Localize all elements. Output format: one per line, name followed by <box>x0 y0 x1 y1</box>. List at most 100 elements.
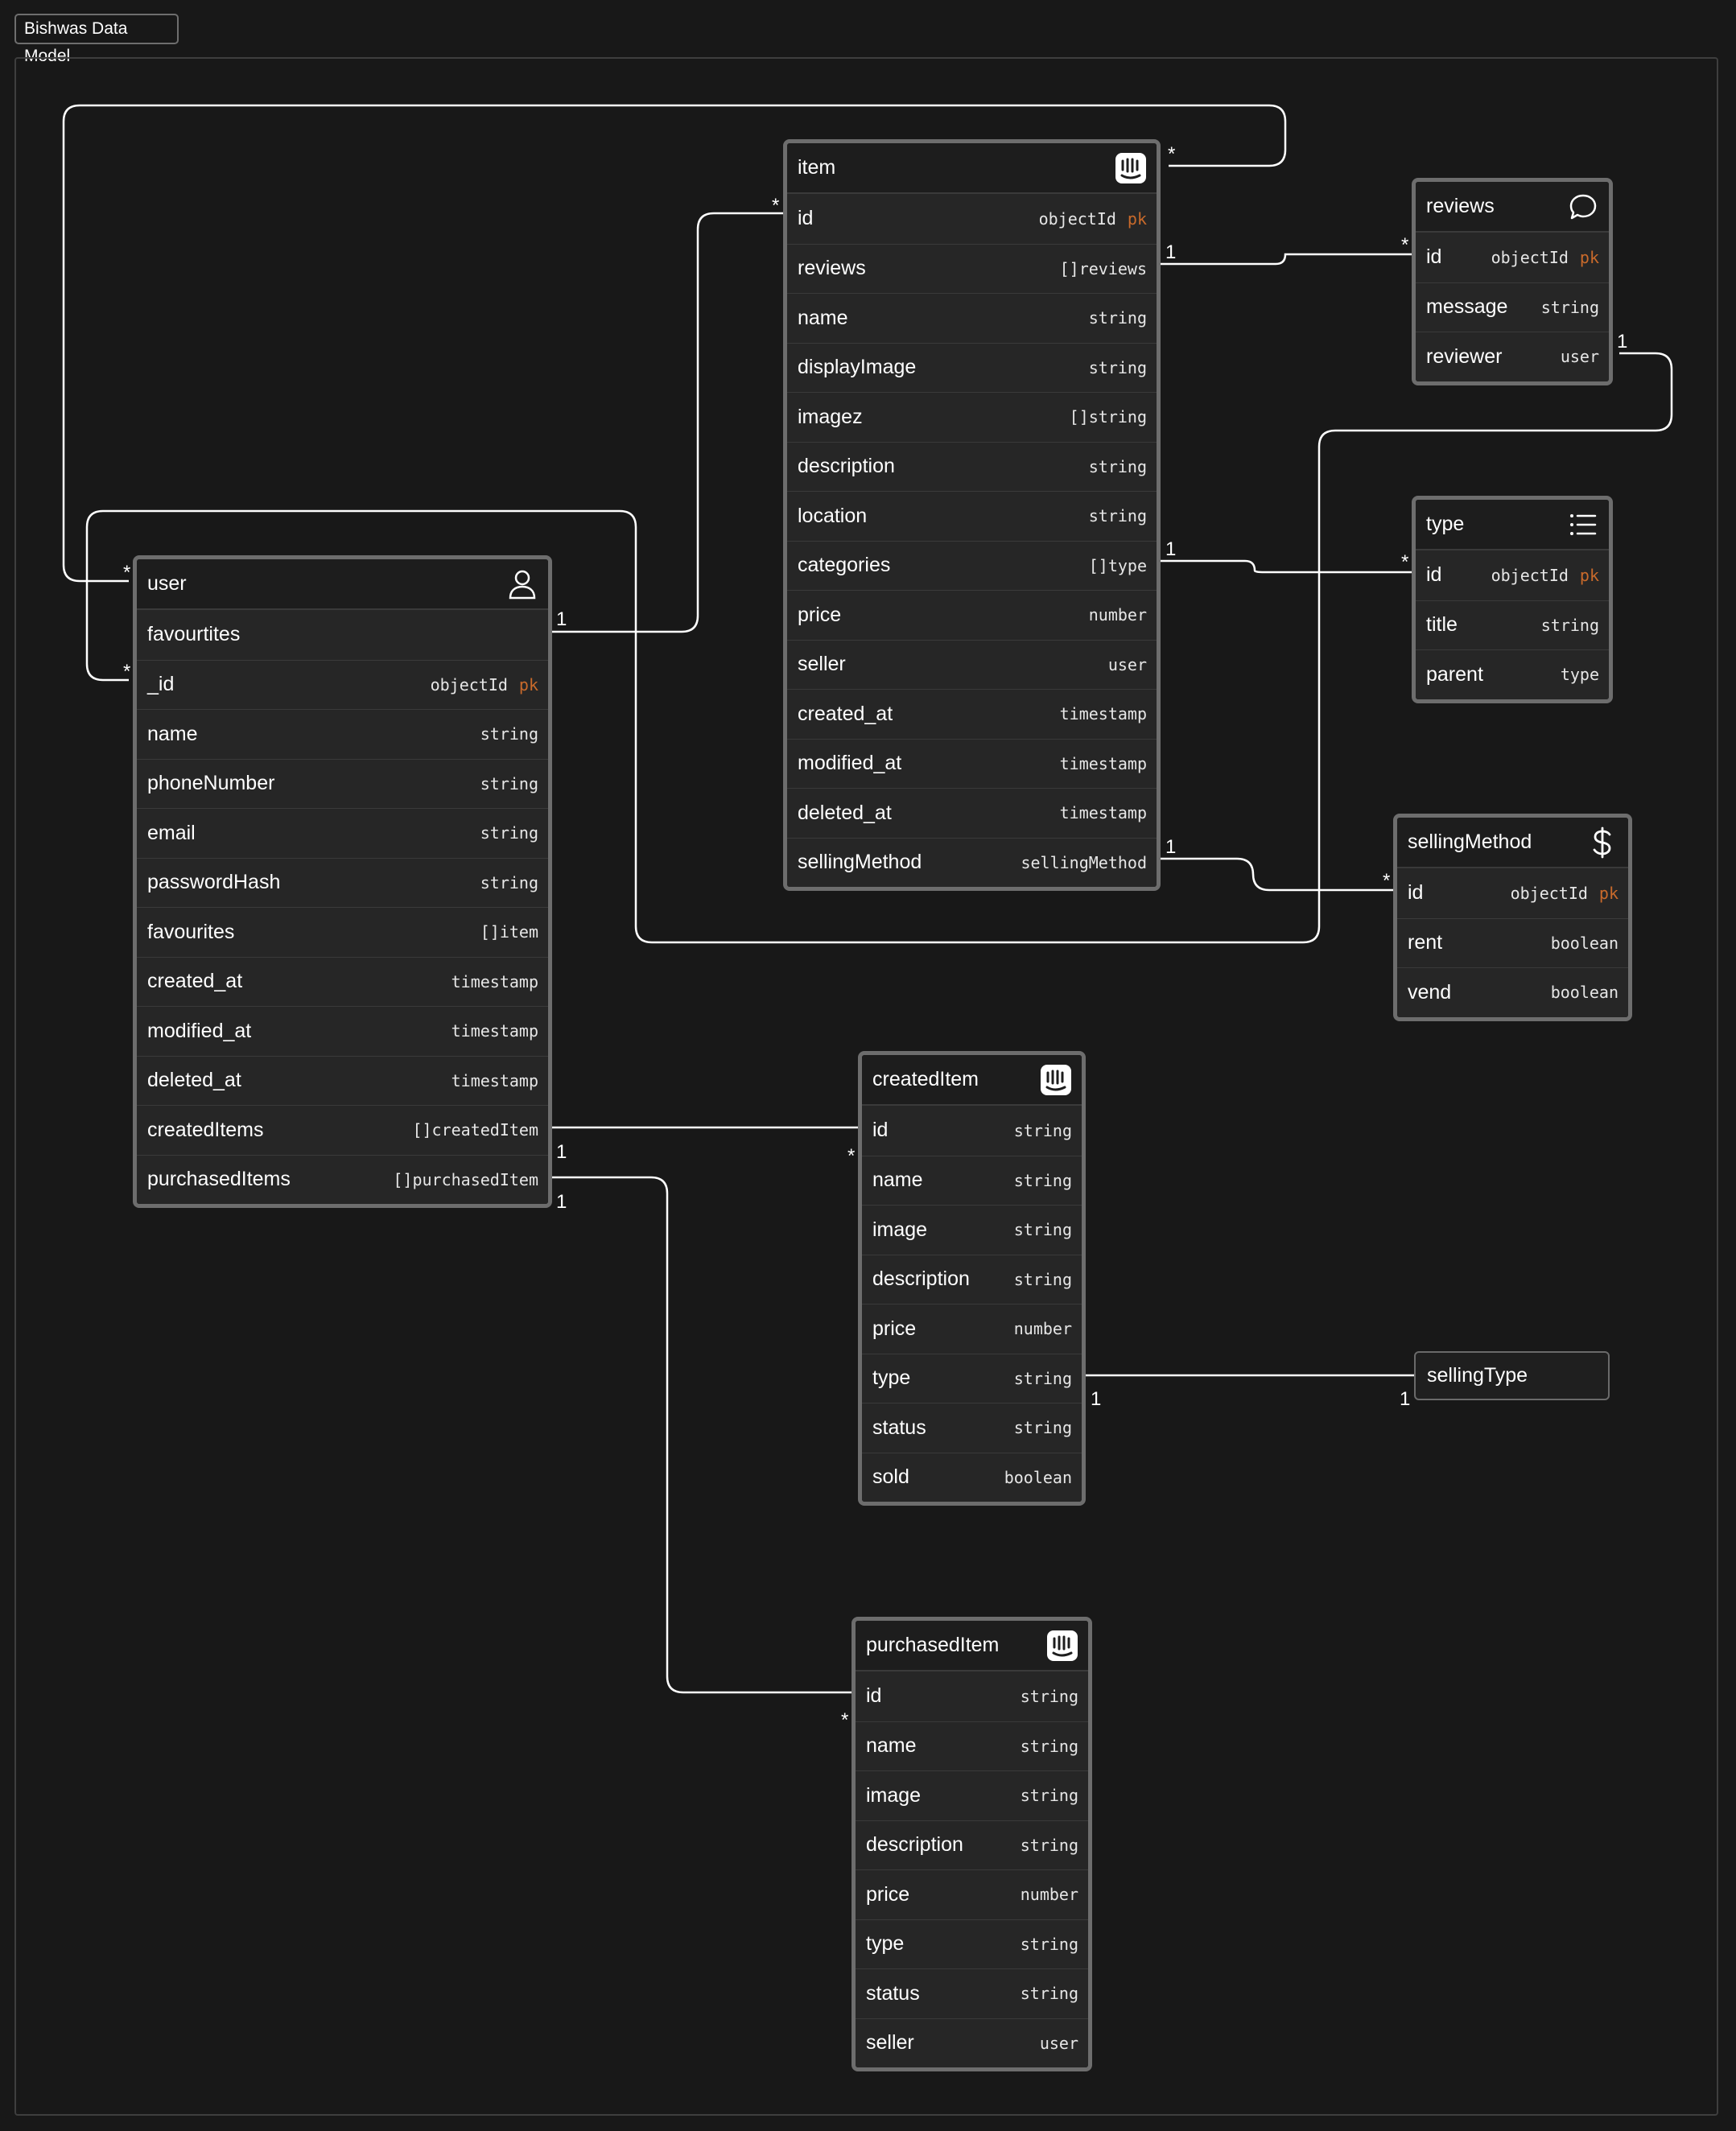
field-row[interactable]: imagez []string <box>787 392 1157 442</box>
field-row[interactable]: image string <box>856 1770 1088 1820</box>
field-meta: boolean <box>1004 1468 1072 1487</box>
field-row[interactable]: id objectId pk <box>1416 233 1609 282</box>
field-row[interactable]: type string <box>862 1353 1082 1403</box>
field-type: objectId <box>1491 247 1569 267</box>
entity-sellingtype[interactable]: sellingType <box>1414 1351 1610 1400</box>
field-type: string <box>1020 1984 1078 2004</box>
table-user[interactable]: user favourtites _id objectId pk name string p… <box>133 555 552 1208</box>
field-type: boolean <box>1550 933 1618 953</box>
field-row[interactable]: _id objectId pk <box>137 659 548 709</box>
field-meta: string <box>1089 506 1147 526</box>
field-row[interactable]: type string <box>856 1919 1088 1968</box>
field-type: []reviews <box>1059 258 1147 278</box>
field-row[interactable]: id objectId pk <box>787 194 1157 244</box>
field-row[interactable]: phoneNumber string <box>137 758 548 808</box>
table-createditem[interactable]: createdItem id string name string image strin… <box>858 1051 1086 1506</box>
field-meta: objectId pk <box>1511 884 1618 903</box>
field-name: categories <box>798 554 891 577</box>
table-item[interactable]: item id objectId pk reviews []reviews name str… <box>783 139 1161 891</box>
field-row[interactable]: createdItems []createdItem <box>137 1105 548 1155</box>
field-type: sellingMethod <box>1021 852 1147 872</box>
table-header[interactable]: sellingMethod <box>1397 818 1628 868</box>
field-row[interactable]: id objectId pk <box>1416 550 1609 600</box>
field-row[interactable]: status string <box>856 1968 1088 2018</box>
field-meta: user <box>1040 2034 1078 2053</box>
field-row[interactable]: favourites []item <box>137 907 548 957</box>
table-header[interactable]: createdItem <box>862 1055 1082 1106</box>
field-row[interactable]: rent boolean <box>1397 917 1628 967</box>
field-row[interactable]: seller user <box>787 639 1157 689</box>
canvas-title[interactable]: Bishwas Data Model <box>14 14 179 65</box>
field-row[interactable]: message string <box>1416 282 1609 332</box>
field-type: string <box>480 724 538 744</box>
field-meta: string <box>480 823 538 843</box>
field-row[interactable]: reviewer user <box>1416 332 1609 381</box>
field-type: string <box>1013 1120 1072 1140</box>
field-row[interactable]: vend boolean <box>1397 967 1628 1017</box>
field-row[interactable]: status string <box>862 1403 1082 1453</box>
field-row[interactable]: id string <box>862 1106 1082 1156</box>
table-header[interactable]: user <box>137 559 548 610</box>
table-header[interactable]: item <box>787 143 1157 194</box>
field-row[interactable]: sold boolean <box>862 1452 1082 1502</box>
field-row[interactable]: price number <box>856 1869 1088 1919</box>
field-row[interactable]: id string <box>856 1671 1088 1721</box>
table-header[interactable]: type <box>1416 500 1609 550</box>
cardinality-label: * <box>1401 551 1409 573</box>
field-row[interactable]: deleted_at timestamp <box>787 788 1157 838</box>
field-row[interactable]: modified_at timestamp <box>137 1006 548 1056</box>
field-name: modified_at <box>798 752 902 775</box>
field-meta: string <box>480 724 538 744</box>
field-name: description <box>866 1833 963 1857</box>
field-row[interactable]: price number <box>862 1304 1082 1354</box>
field-meta: string <box>1021 1836 1078 1855</box>
field-row[interactable]: name string <box>856 1721 1088 1770</box>
field-meta: string <box>1021 1687 1078 1706</box>
field-row[interactable]: created_at timestamp <box>137 956 548 1006</box>
table-reviews[interactable]: reviews id objectId pk message string reviewe… <box>1412 178 1613 385</box>
field-row[interactable]: modified_at timestamp <box>787 738 1157 788</box>
field-row[interactable]: seller user <box>856 2018 1088 2067</box>
field-meta: objectId pk <box>431 675 538 695</box>
field-row[interactable]: id objectId pk <box>1397 868 1628 918</box>
field-row[interactable]: parent type <box>1416 649 1609 699</box>
cardinality-label: * <box>1168 143 1176 165</box>
field-type: string <box>1020 1736 1078 1756</box>
field-row[interactable]: deleted_at timestamp <box>137 1055 548 1105</box>
field-type: string <box>1020 1934 1078 1954</box>
field-row[interactable]: favourtites <box>137 610 548 660</box>
field-row[interactable]: categories []type <box>787 540 1157 590</box>
field-row[interactable]: name string <box>137 709 548 759</box>
field-row[interactable]: description string <box>862 1254 1082 1304</box>
field-type: timestamp <box>451 1021 538 1041</box>
field-row[interactable]: displayImage string <box>787 342 1157 392</box>
field-row[interactable]: description string <box>787 441 1157 491</box>
field-meta: string <box>1014 1270 1072 1289</box>
field-row[interactable]: name string <box>862 1155 1082 1205</box>
table-header[interactable]: reviews <box>1416 182 1609 233</box>
field-row[interactable]: title string <box>1416 600 1609 649</box>
field-row[interactable]: price number <box>787 590 1157 640</box>
field-name: id <box>1426 245 1442 269</box>
field-row[interactable]: purchasedItems []purchasedItem <box>137 1154 548 1204</box>
field-row[interactable]: reviews []reviews <box>787 243 1157 293</box>
field-name: vend <box>1408 980 1452 1004</box>
field-row[interactable]: location string <box>787 491 1157 541</box>
table-purchaseditem[interactable]: purchasedItem id string name string image str… <box>852 1617 1092 2071</box>
field-row[interactable]: description string <box>856 1820 1088 1869</box>
field-type: user <box>1039 2033 1078 2053</box>
field-type: []type <box>1088 555 1147 575</box>
cardinality-label: 1 <box>1400 1388 1411 1410</box>
field-row[interactable]: created_at timestamp <box>787 689 1157 739</box>
field-row[interactable]: passwordHash string <box>137 857 548 907</box>
field-row[interactable]: image string <box>862 1205 1082 1255</box>
field-name: message <box>1426 295 1508 319</box>
table-sellingmethod[interactable]: sellingMethod id objectId pk rent boolean ven… <box>1393 814 1632 1021</box>
field-meta: string <box>1021 1984 1078 2003</box>
table-type[interactable]: type id objectId pk title string parent type <box>1412 496 1613 703</box>
field-name: reviews <box>798 257 866 280</box>
field-row[interactable]: sellingMethod sellingMethod <box>787 837 1157 887</box>
field-row[interactable]: email string <box>137 808 548 858</box>
table-header[interactable]: purchasedItem <box>856 1621 1088 1671</box>
field-row[interactable]: name string <box>787 293 1157 343</box>
